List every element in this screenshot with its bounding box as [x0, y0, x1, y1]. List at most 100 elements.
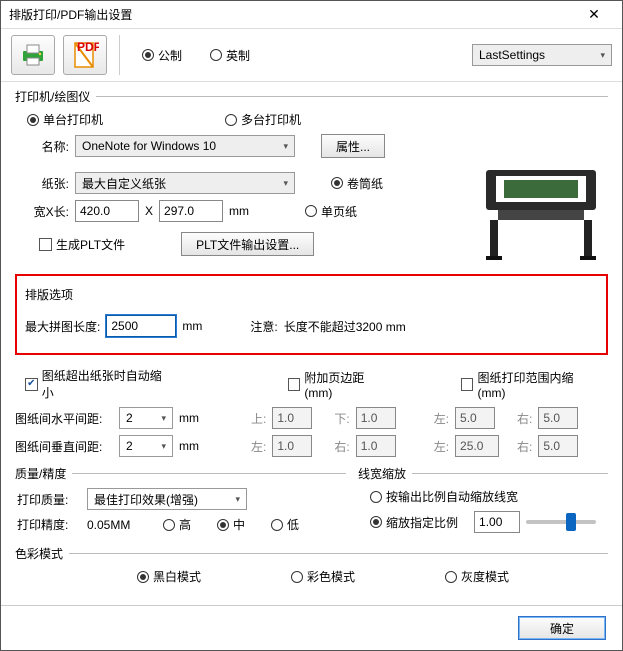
separator — [119, 35, 120, 75]
margin-left-input — [272, 435, 312, 457]
margin-top-input — [272, 407, 312, 429]
linewidth-manual-radio[interactable]: 缩放指定比例 — [370, 514, 458, 531]
margin-bottom-input — [356, 407, 396, 429]
radio-icon — [331, 177, 343, 189]
ok-button[interactable]: 确定 — [518, 616, 606, 640]
precision-label: 打印精度: — [17, 516, 81, 533]
print-button[interactable] — [11, 35, 55, 75]
radio-icon — [370, 516, 382, 528]
radio-icon — [137, 571, 149, 583]
left-label: 左: — [434, 410, 449, 427]
margin-right-input — [356, 435, 396, 457]
linewidth-slider[interactable] — [526, 520, 596, 524]
color-bw-radio[interactable]: 黑白模式 — [137, 568, 201, 585]
chevron-down-icon: ▾ — [161, 413, 166, 424]
top-label: 上: — [251, 410, 266, 427]
radio-icon — [271, 519, 283, 531]
printer-legend: 打印机/绘图仪 — [15, 88, 96, 105]
radio-icon — [291, 571, 303, 583]
slider-thumb[interactable] — [566, 513, 576, 531]
layout-legend: 排版选项 — [25, 286, 598, 303]
note-label: 注意: — [250, 318, 277, 335]
precision-lo-radio[interactable]: 低 — [271, 516, 299, 533]
radio-icon — [142, 49, 154, 61]
chevron-down-icon: ▾ — [235, 494, 240, 505]
colormode-legend: 色彩模式 — [15, 545, 69, 562]
inset-right2-input — [538, 435, 578, 457]
printer-name-select[interactable]: OneNote for Windows 10 ▾ — [75, 135, 295, 157]
color-color-radio[interactable]: 彩色模式 — [291, 568, 355, 585]
vgap-input[interactable]: 2▾ — [119, 435, 173, 457]
width-input[interactable] — [75, 200, 139, 222]
multi-printer-radio[interactable]: 多台打印机 — [225, 111, 301, 128]
unit-imperial-radio[interactable]: 英制 — [210, 47, 250, 64]
precision-mid-radio[interactable]: 中 — [217, 516, 245, 533]
single-printer-radio[interactable]: 单台打印机 — [27, 111, 103, 128]
color-gray-radio[interactable]: 灰度模式 — [445, 568, 509, 585]
quality-label: 打印质量: — [17, 491, 81, 508]
unit-label: mm — [182, 319, 202, 333]
checkbox-icon — [39, 238, 52, 251]
left-label: 左: — [251, 438, 266, 455]
unit-label: mm — [179, 411, 199, 425]
checkbox-icon — [25, 378, 38, 391]
radio-icon — [225, 114, 237, 126]
paper-label: 纸张: — [17, 175, 69, 192]
paper-select[interactable]: 最大自定义纸张 ▾ — [75, 172, 295, 194]
linewidth-ratio-input[interactable] — [474, 511, 520, 533]
hgap-label: 图纸间水平间距: — [15, 410, 113, 427]
precision-hi-radio[interactable]: 高 — [163, 516, 191, 533]
quality-select[interactable]: 最佳打印效果(增强)▾ — [87, 488, 247, 510]
radio-icon — [217, 519, 229, 531]
gen-plt-checkbox[interactable]: 生成PLT文件 — [39, 236, 125, 253]
checkbox-icon — [288, 378, 301, 391]
sheet-paper-radio[interactable]: 单页纸 — [305, 203, 357, 220]
add-margin-checkbox[interactable]: 附加页边距(mm) — [288, 369, 390, 400]
close-icon[interactable]: ✕ — [574, 1, 614, 28]
height-input[interactable] — [159, 200, 223, 222]
chevron-down-icon: ▾ — [161, 441, 166, 452]
radio-icon — [210, 49, 222, 61]
roll-paper-radio[interactable]: 卷筒纸 — [331, 175, 383, 192]
bottom-label: 下: — [334, 410, 349, 427]
unit-label: mm — [229, 204, 249, 218]
precision-value: 0.05MM — [87, 518, 147, 532]
plt-settings-button[interactable]: PLT文件输出设置... — [181, 232, 314, 256]
inset-left2-input — [455, 435, 499, 457]
right-label: 右: — [517, 438, 532, 455]
linewidth-legend: 线宽缩放 — [358, 465, 412, 482]
radio-icon — [370, 491, 382, 503]
radio-icon — [163, 519, 175, 531]
radio-icon — [305, 205, 317, 217]
maxlen-input[interactable] — [106, 315, 176, 337]
svg-text:PDF: PDF — [77, 41, 99, 54]
checkbox-icon — [461, 378, 474, 391]
inset-right-input — [538, 407, 578, 429]
quality-legend: 质量/精度 — [15, 465, 72, 482]
properties-button[interactable]: 属性... — [321, 134, 385, 158]
radio-icon — [27, 114, 39, 126]
note-text: 长度不能超过3200 mm — [284, 318, 406, 335]
linewidth-auto-radio[interactable]: 按输出比例自动缩放线宽 — [370, 488, 518, 505]
right-label: 右: — [517, 410, 532, 427]
chevron-down-icon: ▾ — [283, 141, 288, 152]
vgap-label: 图纸间垂直间距: — [15, 438, 113, 455]
chevron-down-icon: ▾ — [600, 50, 605, 61]
pdf-button[interactable]: PDF — [63, 35, 107, 75]
hgap-input[interactable]: 2▾ — [119, 407, 173, 429]
preset-select[interactable]: LastSettings ▾ — [472, 44, 612, 66]
chevron-down-icon: ▾ — [283, 178, 288, 189]
radio-icon — [445, 571, 457, 583]
x-label: X — [145, 204, 153, 218]
unit-metric-radio[interactable]: 公制 — [142, 47, 182, 64]
maxlen-label: 最大拼图长度: — [25, 318, 100, 335]
right-label: 右: — [334, 438, 349, 455]
inset-left-input — [455, 407, 495, 429]
printer-name-label: 名称: — [17, 138, 69, 155]
left-label: 左: — [434, 438, 449, 455]
wh-label: 宽X长: — [17, 203, 69, 220]
auto-shrink-checkbox[interactable]: 图纸超出纸张时自动缩小 — [25, 367, 170, 401]
window-title: 排版打印/PDF输出设置 — [9, 6, 574, 23]
print-inset-checkbox[interactable]: 图纸打印范围内缩(mm) — [461, 369, 598, 400]
unit-label: mm — [179, 439, 199, 453]
